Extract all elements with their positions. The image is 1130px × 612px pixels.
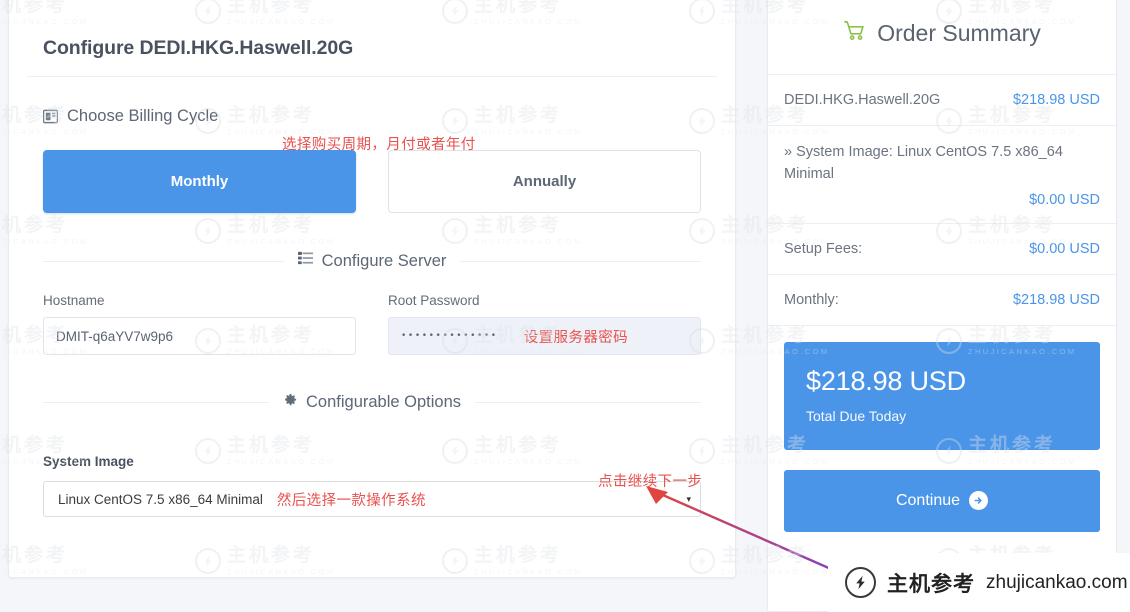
root-password-input[interactable]: •••••••••••••• 设置服务器密码 (388, 317, 701, 355)
configure-card: Configure DEDI.HKG.Haswell.20G Choose Bi… (8, 0, 736, 578)
server-list-icon (297, 251, 313, 271)
site-logo-cn: 主机参考 (887, 571, 975, 596)
billing-cycle-heading: Choose Billing Cycle (27, 77, 717, 126)
hostname-input[interactable]: DMIT-q6aYV7w9p6 (43, 317, 356, 355)
divider-right (475, 402, 702, 403)
system-image-selected-value: Linux CentOS 7.5 x86_64 Minimal (58, 491, 263, 507)
total-due-caption: Total Due Today (806, 407, 907, 424)
summary-configurable-label: » System Image: Linux CentOS 7.5 x86_64 … (784, 144, 1063, 183)
billing-cycle-annotation: 选择购买周期，月付或者年付 (282, 137, 476, 153)
zhujicankao-logo-icon (845, 567, 876, 598)
order-summary-heading: Order Summary (768, 0, 1116, 75)
continue-button-label: Continue (895, 491, 961, 509)
root-password-annotation: 设置服务器密码 (523, 329, 629, 346)
divider-left (43, 260, 284, 262)
hostname-label: Hostname (43, 293, 105, 308)
page-title: Configure DEDI.HKG.Haswell.20G (43, 37, 354, 59)
order-summary-card: Order Summary DEDI.HKG.Haswell.20G $218.… (767, 0, 1117, 612)
summary-setup-fees-row: Setup Fees: $0.00 USD (768, 224, 1116, 275)
configurable-options-heading: Configurable Options (27, 393, 717, 412)
chevron-down-icon[interactable]: ▾ (686, 494, 691, 505)
order-configure-page: Configure DEDI.HKG.Haswell.20G Choose Bi… (0, 0, 1130, 612)
summary-recurring-price: $218.98 USD (1012, 291, 1100, 308)
billing-cycle-annually[interactable]: Annually (388, 150, 701, 213)
billing-cycle-monthly-label: Monthly (170, 173, 229, 190)
server-fields-row: Hostname DMIT-q6aYV7w9p6 Root Password •… (27, 271, 717, 355)
shopping-cart-icon (843, 19, 866, 48)
hostname-value: DMIT-q6aYV7w9p6 (56, 328, 174, 344)
divider-left (43, 402, 269, 403)
total-due-amount: $218.98 USD (806, 365, 966, 396)
hostname-field-group: Hostname DMIT-q6aYV7w9p6 (43, 293, 356, 355)
summary-product-row: DEDI.HKG.Haswell.20G $218.98 USD (768, 75, 1116, 126)
calendar-icon (43, 109, 58, 124)
gear-icon (283, 393, 297, 412)
root-password-field-group: Root Password •••••••••••••• 设置服务器密码 (388, 293, 701, 355)
continue-button[interactable]: Continue (784, 469, 1100, 532)
billing-cycle-heading-label: Choose Billing Cycle (67, 107, 219, 125)
order-summary-heading-label: Order Summary (877, 20, 1041, 46)
summary-product-price: $218.98 USD (1012, 92, 1100, 108)
summary-recurring-label: Monthly: (784, 291, 839, 308)
summary-configurable-row: » System Image: Linux CentOS 7.5 x86_64 … (768, 126, 1116, 224)
summary-recurring-row: Monthly: $218.98 USD (768, 275, 1116, 326)
summary-setup-fees-label: Setup Fees: (784, 240, 863, 257)
continue-annotation: 点击继续下一步 (598, 474, 703, 490)
site-logo-domain: zhujicankao.com (986, 571, 1128, 593)
system-image-label: System Image (43, 454, 134, 469)
root-password-label: Root Password (388, 293, 480, 308)
configure-server-heading: Configure Server (27, 251, 717, 271)
site-logo-bar: 主机参考 zhujicankao.com (828, 553, 1130, 612)
arrow-right-circle-icon (969, 491, 989, 511)
configure-server-heading-label: Configure Server (321, 251, 447, 270)
summary-configurable-price: $0.00 USD (1029, 191, 1100, 208)
billing-cycle-monthly[interactable]: Monthly (43, 150, 356, 213)
root-password-masked-value: •••••••••••••• (401, 331, 498, 341)
billing-cycle-annually-label: Annually (512, 173, 577, 190)
system-image-label-wrap: System Image (27, 454, 717, 469)
summary-product-label: DEDI.HKG.Haswell.20G (784, 92, 941, 108)
system-image-annotation: 然后选择一款操作系统 (276, 492, 426, 509)
total-due-box: $218.98 USD Total Due Today (784, 341, 1100, 450)
configurable-options-heading-label: Configurable Options (306, 393, 462, 411)
summary-setup-fees-price: $0.00 USD (1029, 240, 1100, 257)
divider-right (460, 260, 702, 262)
